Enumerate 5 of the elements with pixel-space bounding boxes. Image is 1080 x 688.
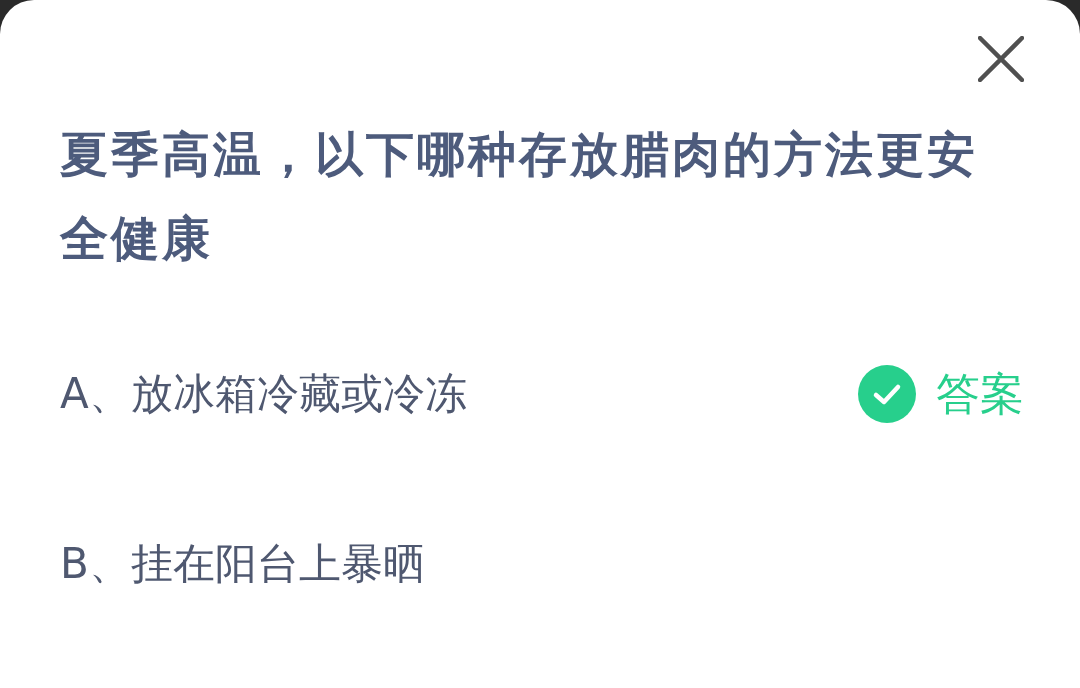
option-text[interactable]: A、放冰箱冷藏或冷冻: [60, 366, 467, 422]
answer-label: 答案: [936, 366, 1024, 421]
option-text[interactable]: B、挂在阳台上暴晒: [60, 536, 425, 592]
question-text: 夏季高温，以下哪种存放腊肉的方法更安全健康: [60, 125, 979, 268]
close-icon[interactable]: [978, 36, 1024, 82]
